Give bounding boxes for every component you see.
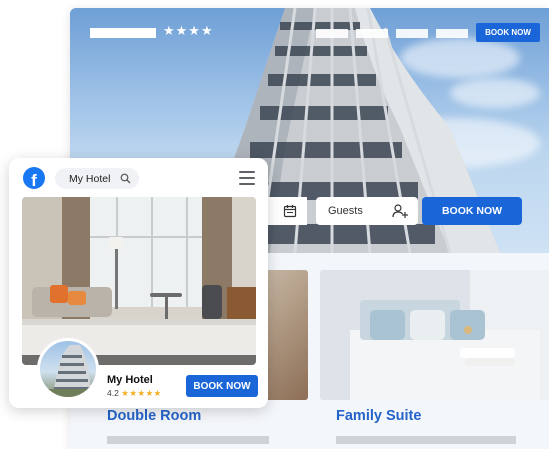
hotel-avatar-image [40, 345, 96, 397]
facebook-search-bar[interactable]: My Hotel [55, 168, 139, 189]
calendar-icon [283, 205, 297, 218]
hotel-rating: 4.2 ★★★★★ [107, 388, 162, 399]
header-book-now-button[interactable]: BOOK NOW [476, 23, 540, 42]
facebook-hotel-ad-card: f My Hotel My Hotel 4.2 ★★★★★ BOOK NOW [9, 158, 268, 408]
facebook-logo-letter: f [31, 171, 37, 189]
room-title-family[interactable]: Family Suite [336, 408, 421, 424]
room-description-placeholder-family [336, 436, 516, 444]
hotel-logo-placeholder [90, 28, 156, 38]
room-description-placeholder-double [107, 436, 269, 444]
hamburger-menu-icon[interactable] [239, 171, 255, 185]
hotel-profile-avatar[interactable] [37, 338, 99, 400]
nav-link-2[interactable] [356, 29, 388, 38]
facebook-icon[interactable]: f [23, 167, 45, 189]
rating-value: 4.2 [107, 388, 119, 398]
room-card-image-family[interactable] [320, 270, 549, 400]
ad-book-now-button[interactable]: BOOK NOW [186, 375, 258, 397]
nav-link-4[interactable] [436, 29, 468, 38]
nav-link-1[interactable] [316, 29, 348, 38]
bedroom-image [320, 270, 549, 400]
hotel-star-rating: ★★★★ [163, 23, 214, 38]
guests-field[interactable]: Guests [316, 197, 418, 225]
room-title-double[interactable]: Double Room [107, 408, 201, 424]
add-person-icon [392, 204, 408, 218]
booking-search-bar: Guests BOOK NOW [245, 188, 540, 230]
search-icon [120, 173, 131, 184]
nav-link-3[interactable] [396, 29, 428, 38]
rating-stars: ★★★★★ [121, 388, 162, 398]
guests-label: Guests [328, 205, 363, 217]
hotel-name[interactable]: My Hotel [107, 374, 153, 386]
search-book-now-button[interactable]: BOOK NOW [422, 197, 522, 225]
facebook-header: f My Hotel [9, 158, 268, 198]
search-text: My Hotel [69, 172, 111, 185]
